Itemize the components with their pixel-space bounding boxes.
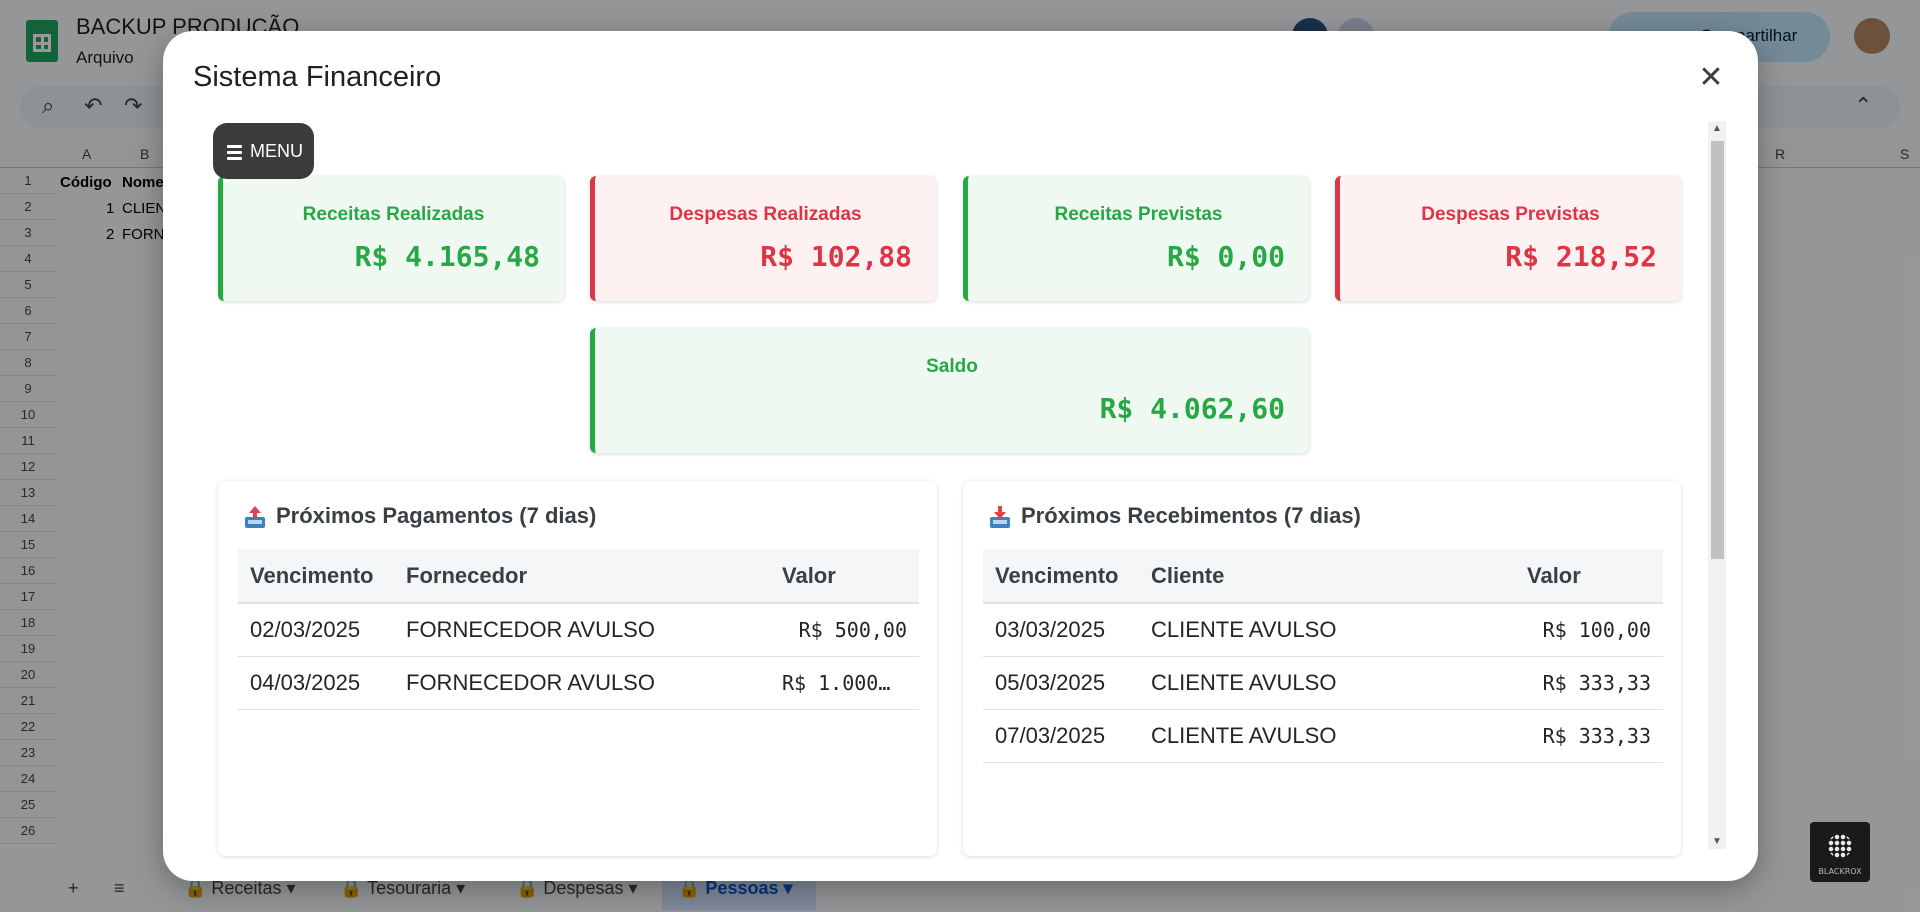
blackrox-mark-icon [1828, 834, 1852, 858]
card-value: R$ 4.062,60 [1099, 392, 1285, 425]
cell-fornecedor: FORNECEDOR AVULSO [394, 603, 770, 657]
card-title: Receitas Previstas [1054, 204, 1223, 225]
table-row: 05/03/2025 CLIENTE AVULSO R$ 333,33 [983, 656, 1663, 710]
column-header-cliente: Cliente [1139, 549, 1515, 604]
panel-title: Próximos Pagamentos (7 dias) [276, 503, 597, 528]
cell-valor: R$ 100,00 [1515, 603, 1663, 657]
table-row: 03/03/2025 CLIENTE AVULSO R$ 100,00 [983, 603, 1663, 657]
close-icon[interactable]: ✕ [1694, 61, 1728, 95]
recebimentos-table: Vencimento Cliente Valor 03/03/2025 CLIE… [983, 549, 1663, 763]
cell-fornecedor: FORNECEDOR AVULSO [394, 656, 770, 710]
dialog-content: Receitas Realizadas R$ 4.165,48 Despesas… [193, 121, 1728, 881]
inbox-tray-icon [990, 506, 1010, 528]
table-row: 07/03/2025 CLIENTE AVULSO R$ 333,33 [983, 709, 1663, 763]
table-row: 02/03/2025 FORNECEDOR AVULSO R$ 500,00 [238, 603, 919, 657]
card-value: R$ 218,52 [1505, 240, 1657, 273]
card-title: Despesas Realizadas [669, 204, 862, 225]
scrollbar-thumb[interactable] [1711, 141, 1724, 559]
scroll-up-icon[interactable]: ▲ [1712, 123, 1722, 134]
cell-cliente: CLIENTE AVULSO [1139, 656, 1515, 710]
card-receitas-realizadas: Receitas Realizadas R$ 4.165,48 [218, 176, 564, 301]
card-despesas-realizadas: Despesas Realizadas R$ 102,88 [590, 176, 936, 301]
panel-title: Próximos Recebimentos (7 dias) [1021, 503, 1361, 528]
dialog-scrollbar[interactable]: ▲ ▼ [1708, 121, 1726, 849]
card-despesas-previstas: Despesas Previstas R$ 218,52 [1335, 176, 1681, 301]
cell-vencimento: 07/03/2025 [983, 709, 1139, 763]
column-header-valor: Valor [770, 549, 919, 604]
cell-vencimento: 05/03/2025 [983, 656, 1139, 710]
cell-valor: R$ 500,00 [770, 603, 919, 657]
scroll-down-icon[interactable]: ▼ [1712, 836, 1722, 847]
menu-button-label: MENU [250, 141, 303, 161]
column-header-valor: Valor [1515, 549, 1663, 604]
table-row: 04/03/2025 FORNECEDOR AVULSO R$ 1.000… [238, 656, 919, 710]
cell-valor: R$ 333,33 [1515, 709, 1663, 763]
card-saldo: Saldo R$ 4.062,60 [590, 328, 1309, 453]
panel-proximos-recebimentos: Próximos Recebimentos (7 dias) Venciment… [963, 481, 1681, 856]
card-title: Receitas Realizadas [302, 204, 485, 225]
card-value: R$ 102,88 [760, 240, 912, 273]
dialog-title: Sistema Financeiro [193, 61, 442, 93]
menu-button[interactable]: MENU [213, 123, 314, 179]
outbox-tray-icon [245, 506, 265, 528]
pagamentos-table: Vencimento Fornecedor Valor 02/03/2025 F… [238, 549, 919, 710]
cell-vencimento: 04/03/2025 [238, 656, 394, 710]
blackrox-logo[interactable]: BLACKROX [1810, 822, 1870, 882]
blackrox-label: BLACKROX [1818, 867, 1862, 876]
hamburger-icon [227, 142, 242, 163]
card-title: Saldo [926, 356, 978, 377]
cell-valor: R$ 333,33 [1515, 656, 1663, 710]
card-receitas-previstas: Receitas Previstas R$ 0,00 [963, 176, 1309, 301]
cell-cliente: CLIENTE AVULSO [1139, 603, 1515, 657]
card-title: Despesas Previstas [1421, 204, 1600, 225]
cell-vencimento: 03/03/2025 [983, 603, 1139, 657]
cell-valor: R$ 1.000… [770, 656, 919, 710]
panel-proximos-pagamentos: Próximos Pagamentos (7 dias) Vencimento … [218, 481, 937, 856]
card-value: R$ 0,00 [1166, 240, 1285, 273]
cell-vencimento: 02/03/2025 [238, 603, 394, 657]
card-value: R$ 4.165,48 [354, 240, 540, 273]
column-header-fornecedor: Fornecedor [394, 549, 770, 604]
financial-system-dialog: Sistema Financeiro ✕ Receitas Realizadas… [163, 31, 1758, 881]
cell-cliente: CLIENTE AVULSO [1139, 709, 1515, 763]
column-header-vencimento: Vencimento [983, 549, 1139, 604]
column-header-vencimento: Vencimento [238, 549, 394, 604]
table-header-row: Vencimento Fornecedor Valor [238, 549, 919, 604]
table-header-row: Vencimento Cliente Valor [983, 549, 1663, 604]
